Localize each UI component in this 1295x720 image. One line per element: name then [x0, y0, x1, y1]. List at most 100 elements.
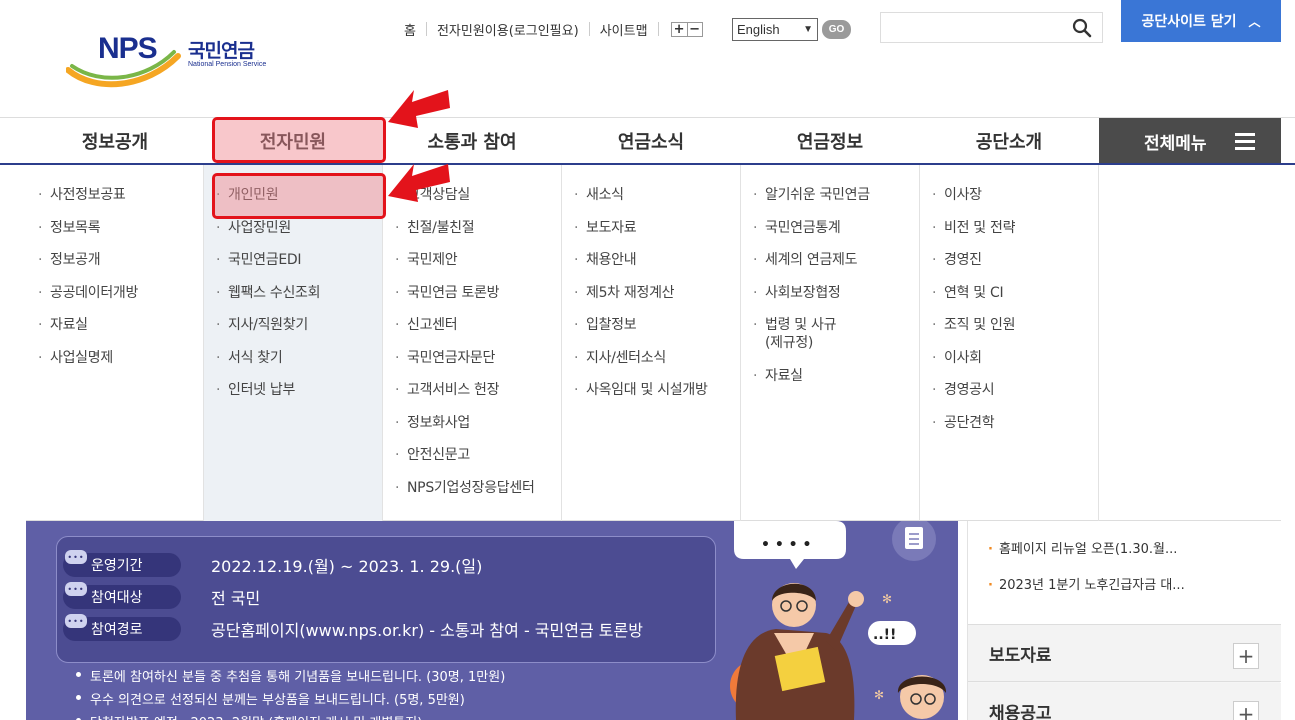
- menu-item[interactable]: 공공데이터개방: [26, 284, 203, 302]
- menu-item[interactable]: 친절/불친절: [383, 219, 561, 237]
- event-notes: 토론에 참여하신 분들 중 추첨을 통해 기념품을 보내드립니다. (30명, …: [76, 666, 505, 720]
- zoom-out-button[interactable]: −: [686, 22, 702, 36]
- menu-item[interactable]: 조직 및 인원: [920, 316, 1098, 334]
- right-panel: 홈페이지 리뉴얼 오픈(1.30.월... 2023년 1분기 노후긴급자금 대…: [967, 521, 1281, 720]
- menu-item[interactable]: 안전신문고: [383, 446, 561, 464]
- all-menu-label: 전체메뉴: [1144, 133, 1207, 154]
- menu-item[interactable]: 국민연금 토론방: [383, 284, 561, 302]
- zoom-controls: + −: [670, 21, 703, 37]
- menu-item[interactable]: 정보목록: [26, 219, 203, 237]
- zoom-in-button[interactable]: +: [672, 23, 687, 36]
- news-item[interactable]: 홈페이지 리뉴얼 오픈(1.30.월...: [988, 538, 1177, 557]
- menu-item[interactable]: 자료실: [26, 316, 203, 334]
- menu-item[interactable]: 세계의 연금제도: [741, 251, 919, 269]
- menu-column-pension-news: 새소식 보도자료 채용안내 제5차 재정계산 입찰정보 지사/센터소식 사옥임대…: [562, 165, 741, 521]
- news-list: 홈페이지 리뉴얼 오픈(1.30.월... 2023년 1분기 노후긴급자금 대…: [968, 521, 1281, 625]
- presenter-illustration: • • • • ..!! ✻ ✻: [730, 521, 947, 720]
- logo-mark: NPS: [98, 32, 158, 65]
- sitemap-link[interactable]: 사이트맵: [600, 20, 648, 39]
- nps-logo[interactable]: NPS 국민연금 National Pension Service: [66, 28, 276, 88]
- logo-name-en: National Pension Service: [188, 61, 267, 68]
- section-title: 보도자료: [989, 646, 1052, 666]
- plus-icon[interactable]: +: [1233, 701, 1259, 720]
- menu-item[interactable]: 연혁 및 CI: [920, 284, 1098, 302]
- press-release-section[interactable]: 보도자료 +: [968, 625, 1281, 682]
- menu-item[interactable]: 국민연금통계: [741, 219, 919, 237]
- menu-column-communication: 고객상담실 친절/불친절 국민제안 국민연금 토론방 신고센터 국민연금자문단 …: [383, 165, 562, 521]
- menu-item[interactable]: 자료실: [741, 367, 919, 385]
- gnb-item-info-disclosure[interactable]: 정보공개: [26, 118, 204, 163]
- menu-item[interactable]: 사업실명제: [26, 349, 203, 367]
- menu-item[interactable]: 국민제안: [383, 251, 561, 269]
- menu-item[interactable]: 이사회: [920, 349, 1098, 367]
- home-link[interactable]: 홈: [404, 20, 416, 39]
- menu-item[interactable]: 고객서비스 헌장: [383, 381, 561, 399]
- menu-item[interactable]: 입찰정보: [562, 316, 740, 334]
- search-icon[interactable]: [1072, 18, 1092, 38]
- info-label-pill: ••• 참여경로: [63, 614, 181, 641]
- svg-text:✻: ✻: [874, 688, 884, 702]
- gnb-item-about[interactable]: 공단소개: [920, 118, 1098, 163]
- nps-homepage: NPS 국민연금 National Pension Service 홈 전자민원…: [0, 0, 1295, 720]
- language-select[interactable]: English ▼: [732, 18, 818, 41]
- info-label: 운영기간: [91, 558, 143, 574]
- search-input[interactable]: [880, 12, 1103, 43]
- menu-item[interactable]: 사회보장협정: [741, 284, 919, 302]
- menu-item[interactable]: 알기쉬운 국민연금: [741, 186, 919, 204]
- svg-text:✻: ✻: [882, 592, 892, 606]
- eservice-link[interactable]: 전자민원이용(로그인필요): [437, 20, 579, 39]
- menu-item[interactable]: 새소식: [562, 186, 740, 204]
- menu-item[interactable]: 경영진: [920, 251, 1098, 269]
- menu-column-info-disclosure: 사전정보공표 정보목록 정보공개 공공데이터개방 자료실 사업실명제: [26, 165, 204, 521]
- menu-item[interactable]: 채용안내: [562, 251, 740, 269]
- recruitment-section[interactable]: 채용공고 +: [968, 683, 1281, 720]
- menu-item[interactable]: 이사장: [920, 186, 1098, 204]
- info-label-pill: ••• 참여대상: [63, 582, 181, 609]
- info-row-target: ••• 참여대상 전 국민: [63, 582, 260, 609]
- menu-item[interactable]: 국민연금EDI: [204, 251, 382, 269]
- menu-item[interactable]: 사업장민원: [204, 219, 382, 237]
- menu-item[interactable]: 서식 찾기: [204, 349, 382, 367]
- speech-bubble-icon: •••: [65, 582, 87, 596]
- info-value: 2022.12.19.(월) ~ 2023. 1. 29.(일): [211, 557, 483, 576]
- menu-item[interactable]: 사옥임대 및 시설개방: [562, 381, 740, 399]
- utility-links: 홈 전자민원이용(로그인필요) 사이트맵 + −: [404, 19, 703, 39]
- menu-item[interactable]: 지사/직원찾기: [204, 316, 382, 334]
- menu-item[interactable]: 웹팩스 수신조회: [204, 284, 382, 302]
- menu-item[interactable]: 법령 및 사규(제규정): [741, 316, 851, 352]
- gnb-item-pension-info[interactable]: 연금정보: [741, 118, 919, 163]
- menu-item[interactable]: 신고센터: [383, 316, 561, 334]
- menu-item[interactable]: 국민연금자문단: [383, 349, 561, 367]
- info-row-period: ••• 운영기간 2022.12.19.(월) ~ 2023. 1. 29.(일): [63, 550, 483, 577]
- info-label-pill: ••• 운영기간: [63, 550, 181, 577]
- menu-item[interactable]: NPS기업성장응답센터: [383, 479, 561, 497]
- speech-bubble-icon: •••: [65, 550, 87, 564]
- plus-icon[interactable]: +: [1233, 643, 1259, 669]
- all-menu-button[interactable]: 전체메뉴: [1099, 118, 1281, 164]
- news-item[interactable]: 2023년 1분기 노후긴급자금 대...: [988, 574, 1185, 593]
- divider: [657, 22, 659, 36]
- menu-item[interactable]: 인터넷 납부: [204, 381, 382, 399]
- menu-item[interactable]: 공단견학: [920, 414, 1098, 432]
- menu-item[interactable]: 정보공개: [26, 251, 203, 269]
- menu-item[interactable]: 사전정보공표: [26, 186, 203, 204]
- info-row-route: ••• 참여경로 공단홈페이지(www.nps.or.kr) - 소통과 참여 -…: [63, 614, 643, 641]
- gnb-item-pension-news[interactable]: 연금소식: [562, 118, 740, 163]
- event-note: 우수 의견으로 선정되신 분께는 부상품을 보내드립니다. (5명, 5만원): [76, 689, 505, 712]
- menu-item[interactable]: 보도자료: [562, 219, 740, 237]
- close-sites-button[interactable]: 공단사이트 닫기 ︿: [1121, 0, 1281, 42]
- menu-item[interactable]: 정보화사업: [383, 414, 561, 432]
- menu-item[interactable]: 비전 및 전략: [920, 219, 1098, 237]
- menu-item[interactable]: 제5차 재정계산: [562, 284, 740, 302]
- menu-item[interactable]: 경영공시: [920, 381, 1098, 399]
- divider: [425, 22, 427, 36]
- exclamation-bubble-text: ..!!: [873, 627, 896, 643]
- close-sites-label: 공단사이트 닫기: [1141, 14, 1237, 30]
- debate-event-banner[interactable]: ••• 운영기간 2022.12.19.(월) ~ 2023. 1. 29.(일)…: [26, 521, 958, 720]
- chevron-up-icon: ︿: [1248, 14, 1261, 29]
- red-arrow-icon: [388, 90, 450, 128]
- menu-column-pension-info: 알기쉬운 국민연금 국민연금통계 세계의 연금제도 사회보장협정 법령 및 사규…: [741, 165, 920, 521]
- language-select-value: English: [737, 22, 780, 37]
- menu-item[interactable]: 지사/센터소식: [562, 349, 740, 367]
- go-button[interactable]: GO: [822, 20, 851, 39]
